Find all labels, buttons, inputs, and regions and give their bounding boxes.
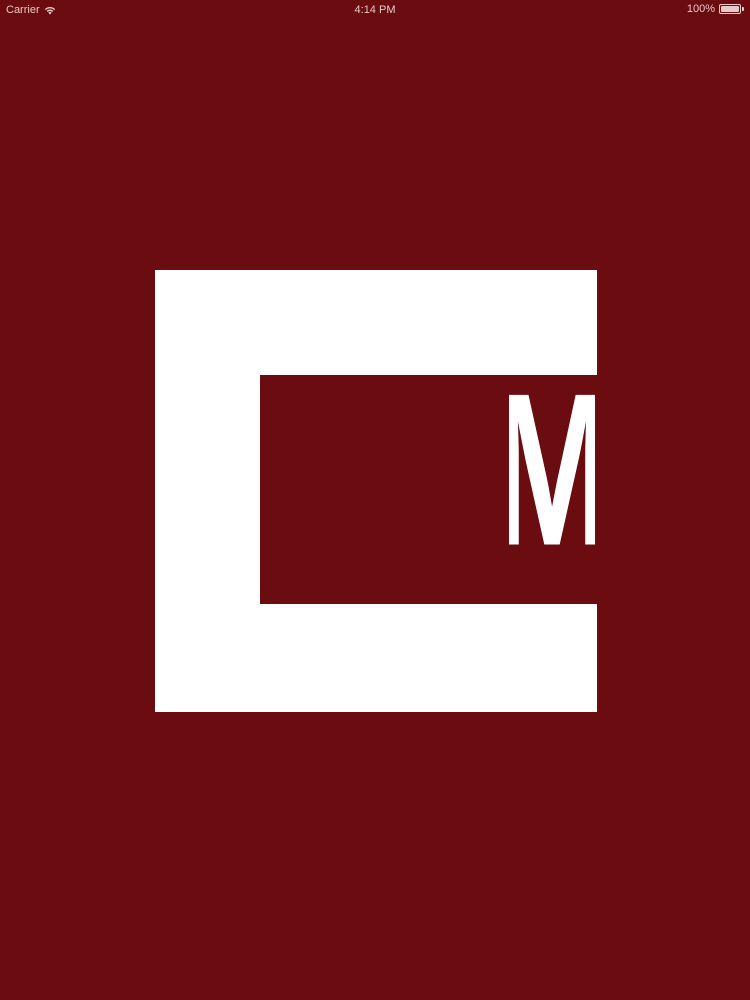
app-logo: M bbox=[155, 270, 597, 712]
status-bar: Carrier 4:14 PM 100% bbox=[0, 0, 750, 20]
splash-screen: Carrier 4:14 PM 100% M bbox=[0, 0, 750, 1000]
logo-letter-m: M bbox=[509, 387, 595, 591]
status-time: 4:14 PM bbox=[354, 4, 396, 16]
battery-percent: 100% bbox=[686, 3, 715, 15]
battery-tip bbox=[742, 7, 744, 11]
logo-letter-text: M bbox=[509, 387, 595, 591]
logo-inner-cutout: M bbox=[260, 375, 597, 604]
battery-fill bbox=[721, 6, 739, 12]
status-right: 100% bbox=[687, 3, 744, 15]
logo-letter: M bbox=[507, 375, 597, 604]
battery-icon bbox=[719, 4, 741, 14]
